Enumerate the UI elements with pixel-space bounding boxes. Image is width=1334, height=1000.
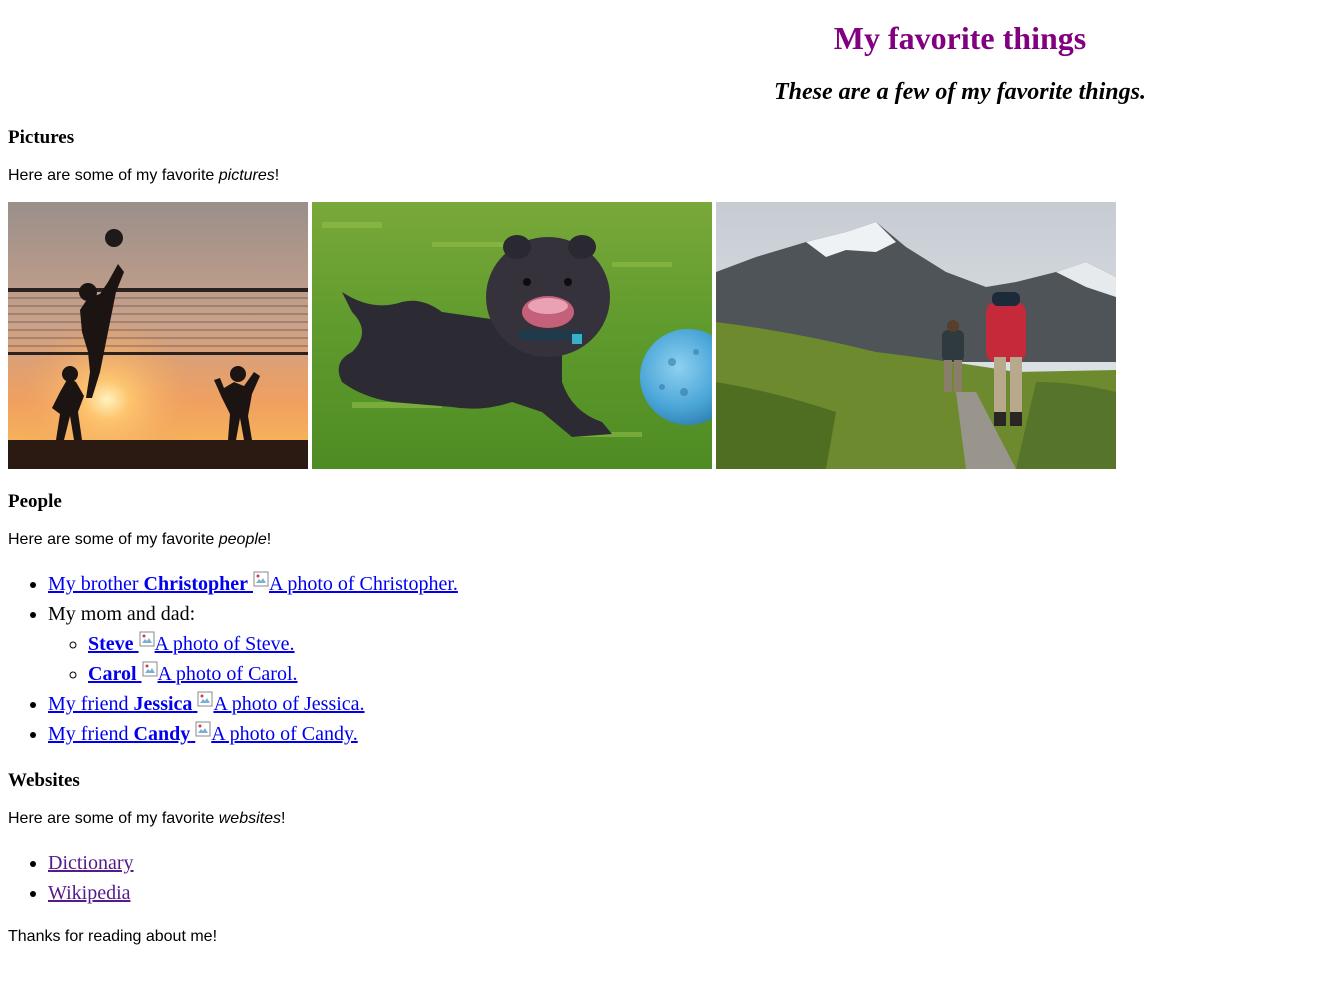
broken-image-icon [195,721,211,737]
steve-link[interactable]: Steve A photo of Steve. [88,631,295,655]
wikipedia-link[interactable]: Wikipedia [48,882,131,904]
pictures-intro-emphasis: pictures [218,167,275,184]
people-intro-emphasis: people [218,531,267,548]
dog-with-ball-photo [312,202,712,469]
image-alt-text: A photo of Carol. [157,663,298,685]
image-alt-text: A photo of Steve. [154,633,295,655]
pictures-intro-text: Here are some of my favorite [8,167,219,184]
websites-heading: Websites [8,770,80,791]
websites-intro-suffix: ! [281,810,286,827]
people-intro: Here are some of my favorite people! [8,530,271,550]
list-item-candy: My friend Candy A photo of Candy. [48,719,458,749]
dictionary-link[interactable]: Dictionary [48,852,134,874]
list-item-jessica: My friend Jessica A photo of Jessica. [48,689,458,719]
list-item-dictionary: Dictionary [48,848,134,878]
pictures-intro: Here are some of my favorite pictures! [8,166,279,186]
broken-image-icon [197,691,213,707]
link-prefix: My brother [48,573,144,595]
websites-intro-emphasis: websites [218,810,281,827]
broken-image-icon [139,631,155,647]
image-alt-text: A photo of Candy. [211,723,358,745]
list-item-steve: Steve A photo of Steve. [88,629,458,659]
page-subtitle: These are a few of my favorite things. [774,79,1146,105]
list-item-carol: Carol A photo of Carol. [88,659,458,689]
people-list: My brother Christopher A photo of Christ… [8,569,458,749]
broken-image-icon [142,661,158,677]
websites-intro: Here are some of my favorite websites! [8,809,285,829]
person-name: Carol [88,663,137,685]
person-name: Christopher [143,573,248,595]
pictures-intro-suffix: ! [274,167,280,184]
volleyball-silhouette-photo [8,202,308,469]
jessica-link[interactable]: My friend Jessica A photo of Jessica. [48,691,365,715]
people-intro-suffix: ! [266,531,272,548]
parents-label: My mom and dad: [48,603,196,625]
image-alt-text: A photo of Christopher. [269,573,458,595]
people-heading: People [8,491,62,512]
christopher-link[interactable]: My brother Christopher A photo of Christ… [48,571,458,595]
person-name: Steve [88,633,134,655]
page-title: My favorite things [833,20,1087,56]
image-alt-text: A photo of Jessica. [213,693,365,715]
parents-sublist: Steve A photo of Steve. Carol A photo of… [48,629,458,689]
person-name: Candy [133,723,191,745]
list-item-christopher: My brother Christopher A photo of Christ… [48,569,458,599]
carol-link[interactable]: Carol A photo of Carol. [88,661,298,685]
link-prefix: My friend [48,723,134,745]
list-item-parents: My mom and dad: Steve A photo of Steve. … [48,599,458,689]
websites-list: Dictionary Wikipedia [8,848,134,908]
people-intro-text: Here are some of my favorite [8,531,219,548]
person-name: Jessica [133,693,193,715]
list-item-wikipedia: Wikipedia [48,878,134,908]
candy-link[interactable]: My friend Candy A photo of Candy. [48,721,358,745]
broken-image-icon [253,571,269,587]
pictures-heading: Pictures [8,127,75,148]
websites-intro-text: Here are some of my favorite [8,810,219,827]
link-prefix: My friend [48,693,134,715]
hikers-mountain-photo [716,202,1116,469]
footer-text: Thanks for reading about me! [8,928,218,945]
